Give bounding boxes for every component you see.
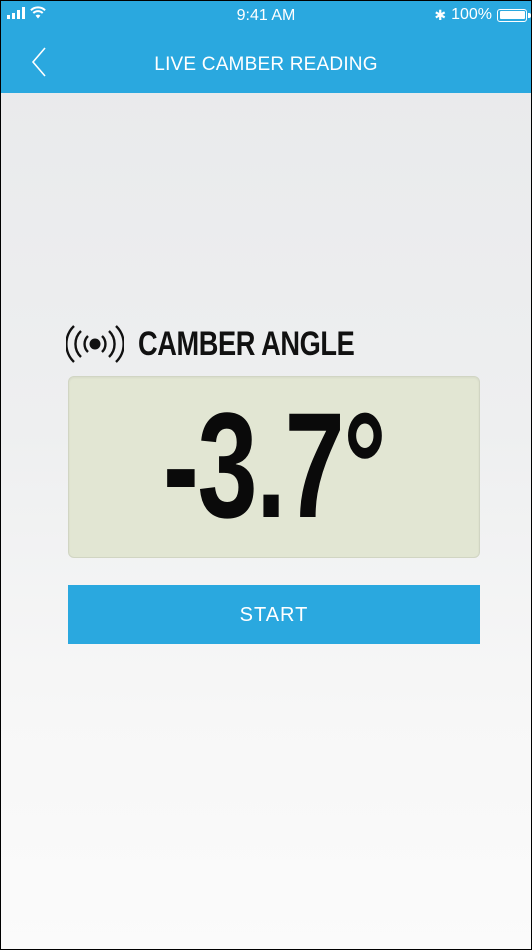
battery-percent: 100% bbox=[451, 6, 492, 23]
camber-value: -3.7° bbox=[162, 381, 387, 549]
bluetooth-icon: ✱ bbox=[434, 6, 447, 23]
top-bar: 9:41 AM ✱ 100% LIVE CAMBER READING bbox=[1, 1, 531, 93]
reading-label: CAMBER ANGLE bbox=[138, 324, 355, 363]
reading-panel: CAMBER ANGLE -3.7° bbox=[66, 319, 480, 558]
broadcast-icon bbox=[66, 325, 124, 363]
reading-display: -3.7° bbox=[68, 376, 480, 558]
reading-header: CAMBER ANGLE bbox=[66, 319, 480, 369]
phone-screen: 9:41 AM ✱ 100% LIVE CAMBER READING CAMBE… bbox=[0, 0, 532, 950]
nav-bar: LIVE CAMBER READING bbox=[1, 35, 531, 93]
start-button[interactable]: START bbox=[68, 585, 480, 644]
battery-icon bbox=[497, 8, 531, 22]
page-title: LIVE CAMBER READING bbox=[154, 54, 378, 75]
status-right: ✱ 100% bbox=[434, 6, 531, 24]
battery-fill bbox=[499, 11, 525, 19]
status-bar: 9:41 AM ✱ 100% bbox=[1, 1, 531, 35]
